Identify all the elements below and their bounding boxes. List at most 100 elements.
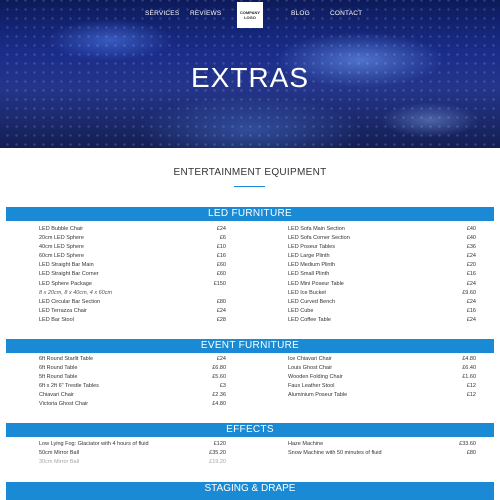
price-item: Wooden Folding Chair £1.60	[288, 373, 476, 382]
price-item: 5ft Round Table £5.60	[39, 373, 226, 382]
item-price: £33.60	[459, 441, 476, 447]
item-price: £6.80	[212, 365, 226, 372]
nav-link-blog[interactable]: BLOG	[291, 10, 310, 17]
item-name: LED Coffee Table	[288, 316, 331, 323]
item-price: £24	[466, 253, 476, 260]
item-price: £9.60	[462, 289, 476, 296]
price-item: 40cm LED Sphere £10	[39, 243, 226, 252]
item-name: 40cm LED Sphere	[39, 244, 84, 251]
nav-link-reviews[interactable]: REVIEWS	[190, 10, 221, 17]
item-name: 6ft Round Table	[39, 365, 78, 372]
item-name: LED Mini Poseur Table	[288, 280, 344, 287]
price-item: Chiavari Chair £2.36	[39, 391, 226, 400]
item-price: £16	[466, 307, 476, 314]
price-item: Low Lying Fog: Glaciator with 4 hours of…	[39, 440, 226, 449]
item-name: LED Circular Bar Section	[39, 298, 101, 305]
item-name: 20cm LED Sphere	[39, 235, 84, 242]
price-item: LED Straight Bar Corner £60	[39, 270, 226, 279]
item-name: LED Bar Stool	[39, 316, 74, 323]
item-price: £16	[216, 253, 226, 260]
page-title: EXTRAS	[190, 62, 310, 93]
item-price: £19.20	[209, 459, 226, 466]
item-name: LED Cube	[288, 307, 314, 314]
price-item: LED Circular Bar Section £80	[39, 298, 226, 307]
item-price: £36	[466, 244, 476, 251]
nav-link-services[interactable]: SERVICES	[145, 10, 179, 17]
item-name: Louis Ghost Chair	[288, 365, 333, 372]
section-heading: ENTERTAINMENT EQUIPMENT	[173, 167, 327, 178]
item-name: 5ft Round Table	[39, 374, 78, 381]
category-header-staging-drape: STAGING & DRAPE	[6, 482, 494, 500]
price-item: Faux Leather Stool £12	[288, 382, 476, 391]
price-item: Haze Machine £33.60	[288, 440, 476, 449]
item-name: LED Sofa Main Section	[288, 226, 345, 232]
item-name: 6ft x 2ft 6" Trestle Tables	[39, 383, 99, 390]
item-name: Low Lying Fog: Glaciator with 4 hours of…	[39, 441, 149, 447]
item-name: Chiavari Chair	[39, 392, 74, 399]
item-price: £60	[216, 271, 226, 278]
price-item: Aluminium Poseur Table £12	[288, 391, 476, 400]
price-item: 50cm Mirror Ball £35.20	[39, 449, 226, 458]
item-name: LED Large Plinth	[288, 253, 330, 260]
price-item: 20cm LED Sphere £6	[39, 234, 226, 243]
item-name: LED Straight Bar Main	[39, 262, 94, 269]
item-price: £4.80	[462, 356, 476, 362]
nav-link-contact[interactable]: CONTACT	[330, 10, 362, 17]
item-name: Haze Machine	[288, 441, 324, 447]
item-name: LED Curved Bench	[288, 298, 336, 305]
item-name: Victoria Ghost Chair	[39, 401, 89, 408]
category-header-event-furniture: EVENT FURNITURE	[6, 339, 494, 353]
price-column-left: Low Lying Fog: Glaciator with 4 hours of…	[39, 440, 226, 467]
item-name: 6ft Round Starlit Table	[39, 356, 94, 362]
price-item: LED Straight Bar Main £60	[39, 261, 226, 270]
price-item: LED Bar Stool £28	[39, 316, 226, 325]
price-column-left: 6ft Round Starlit Table £24 6ft Round Tabl…	[39, 355, 226, 410]
item-name: LED Straight Bar Corner	[39, 271, 99, 278]
company-logo[interactable]: COMPANY LOGO	[237, 2, 263, 28]
item-price: £4.80	[212, 401, 226, 408]
item-price: £24	[466, 280, 476, 287]
price-item: Ice Chiavari Chair £4.80	[288, 355, 476, 364]
item-price: £28	[216, 316, 226, 323]
item-price: £80	[216, 298, 226, 305]
item-name: LED Ice Bucket	[288, 289, 326, 296]
price-item: LED Poseur Tables £36	[288, 243, 476, 252]
item-name: 60cm LED Sphere	[39, 253, 84, 260]
item-price: £35.20	[209, 450, 226, 457]
item-name: LED Sphere Package	[39, 280, 92, 287]
price-item: 60cm LED Sphere £16	[39, 252, 226, 261]
item-name: LED Medium Plinth	[288, 262, 336, 269]
item-price: £3	[219, 383, 226, 390]
item-name: LED Bubble Chair	[39, 226, 84, 232]
item-price: £1.60	[462, 374, 476, 381]
item-name: LED Small Plinth	[288, 271, 330, 278]
item-price: £2.36	[212, 392, 226, 399]
price-item: LED Bubble Chair £24	[39, 225, 226, 234]
item-name: Snow Machine with 50 minutes of fluid	[288, 450, 382, 457]
price-item: LED Mini Poseur Table £24	[288, 280, 476, 289]
price-item: Victoria Ghost Chair £4.80	[39, 400, 226, 409]
top-nav: SERVICES REVIEWS COMPANY LOGO BLOG CONTA…	[0, 0, 500, 30]
price-item: Louis Ghost Chair £6.40	[288, 364, 476, 373]
item-price: £24	[466, 298, 476, 305]
item-price: £12	[466, 383, 476, 390]
item-name: Faux Leather Stool	[288, 383, 335, 390]
price-item: LED Terrazza Chair £24	[39, 307, 226, 316]
category-header-effects: EFFECTS	[6, 423, 494, 437]
price-item: LED Small Plinth £16	[288, 270, 476, 279]
category-header-led-furniture: LED FURNITURE	[6, 207, 494, 221]
price-item: LED Medium Plinth £20	[288, 261, 476, 270]
price-item: LED Sphere Package £150	[39, 280, 226, 289]
item-name: 8 x 20cm, 8 x 40cm, 4 x 60cm	[39, 289, 113, 296]
item-name: Aluminium Poseur Table	[288, 392, 348, 399]
price-item: LED Sofa Corner Section £40	[288, 234, 476, 243]
price-item: Snow Machine with 50 minutes of fluid £80	[288, 449, 476, 458]
item-name: 50cm Mirror Ball	[39, 450, 80, 457]
price-item: 6ft x 2ft 6" Trestle Tables £3	[39, 382, 226, 391]
item-price: £16	[466, 271, 476, 278]
item-price: £20	[466, 262, 476, 269]
price-column-right: Ice Chiavari Chair £4.80 Louis Ghost Chair…	[288, 355, 476, 400]
price-item: 6ft Round Table £6.80	[39, 364, 226, 373]
price-item-note: 8 x 20cm, 8 x 40cm, 4 x 60cm	[39, 289, 226, 298]
item-name: LED Terrazza Chair	[39, 307, 87, 314]
